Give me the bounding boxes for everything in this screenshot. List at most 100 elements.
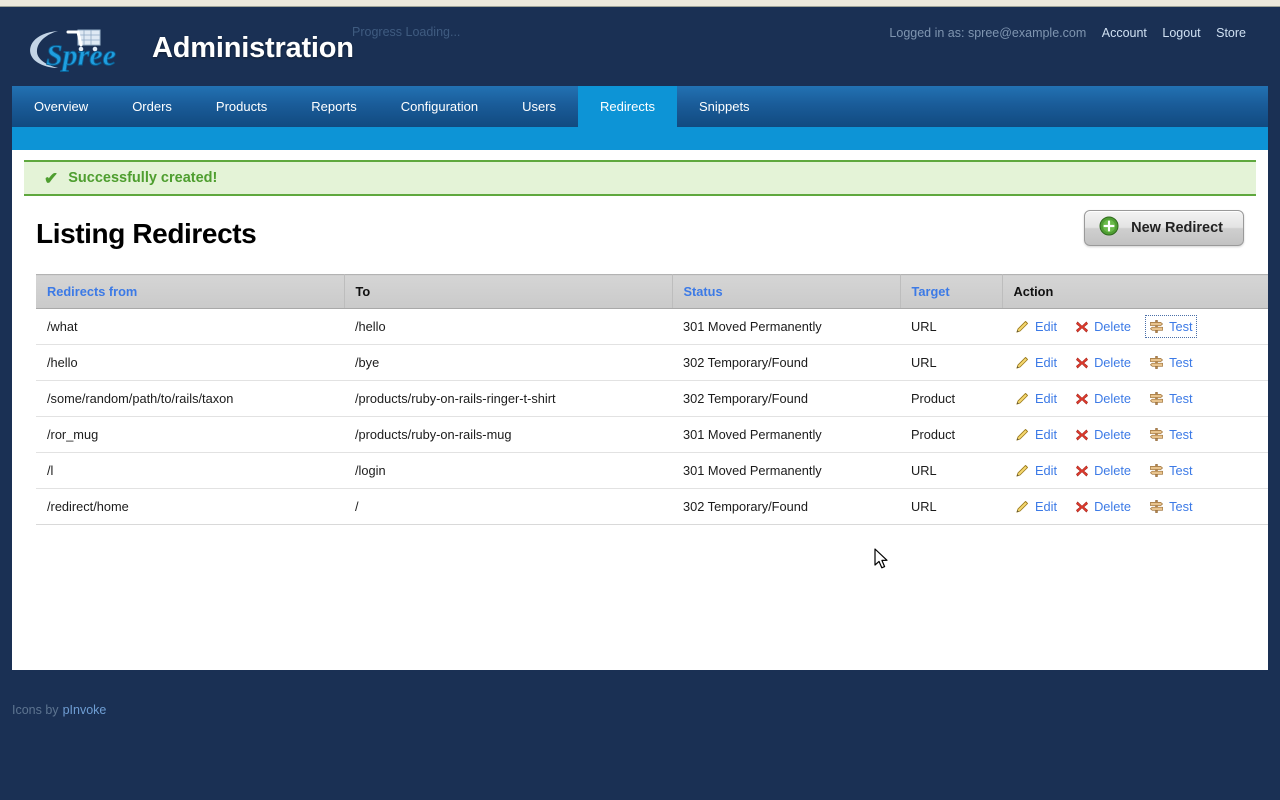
page-head: Listing Redirects New Redirect — [36, 210, 1244, 266]
cell-action: Edit Delete Test — [1002, 380, 1268, 417]
cell-action: Edit Delete Test — [1002, 308, 1268, 345]
cell-to: /bye — [344, 344, 672, 381]
column-header-redirects-from[interactable]: Redirects from — [36, 274, 345, 309]
delete-link[interactable]: Delete — [1073, 425, 1133, 444]
cell-status: 301 Moved Permanently — [672, 416, 900, 453]
edit-link[interactable]: Edit — [1013, 353, 1059, 372]
cell-target: Product — [900, 416, 1002, 453]
svg-text:Spree: Spree — [46, 39, 116, 72]
flash-success-message: ✔ Successfully created! — [24, 160, 1256, 196]
pencil-icon — [1015, 427, 1030, 442]
page-footer: Icons by pInvoke — [0, 690, 1280, 730]
test-link[interactable]: Test — [1147, 389, 1194, 408]
tab-configuration[interactable]: Configuration — [379, 86, 500, 127]
test-link-label: Test — [1169, 355, 1193, 370]
cell-status: 302 Temporary/Found — [672, 380, 900, 417]
cell-redirects-from: /what — [36, 308, 344, 345]
test-link[interactable]: Test — [1147, 461, 1194, 480]
delete-link[interactable]: Delete — [1073, 317, 1133, 336]
test-link[interactable]: Test — [1145, 315, 1197, 338]
edit-link[interactable]: Edit — [1013, 317, 1059, 336]
page-header: Spree Administration Progress Loading...… — [0, 7, 1280, 86]
cell-target: URL — [900, 308, 1002, 345]
test-link-label: Test — [1169, 391, 1193, 406]
logout-link[interactable]: Logout — [1162, 26, 1200, 40]
delete-link-label: Delete — [1094, 391, 1132, 406]
test-link-label: Test — [1169, 427, 1193, 442]
tab-products[interactable]: Products — [194, 86, 289, 127]
user-bar: Logged in as: spree@example.com Account … — [889, 26, 1246, 40]
check-icon: ✔ — [44, 168, 59, 188]
main-content: ✔ Successfully created! Listing Redirect… — [12, 150, 1268, 670]
store-link[interactable]: Store — [1216, 26, 1246, 40]
spree-logo-icon: Spree — [30, 29, 116, 72]
edit-link[interactable]: Edit — [1013, 425, 1059, 444]
signpost-icon — [1149, 391, 1164, 406]
table-row: /what/hello 301 Moved Permanently URL Edit D… — [36, 308, 1268, 345]
red-x-icon — [1075, 320, 1089, 334]
logged-in-label: Logged in as: spree@example.com — [889, 26, 1087, 40]
cell-status: 301 Moved Permanently — [672, 452, 900, 489]
red-x-icon — [1075, 428, 1089, 442]
edit-link[interactable]: Edit — [1013, 389, 1059, 408]
tab-overview[interactable]: Overview — [12, 86, 110, 127]
delete-link[interactable]: Delete — [1073, 389, 1133, 408]
pinvoke-link[interactable]: pInvoke — [63, 703, 107, 717]
edit-link-label: Edit — [1035, 391, 1058, 406]
cell-redirects-from: /redirect/home — [36, 488, 344, 525]
delete-link[interactable]: Delete — [1073, 461, 1133, 480]
cell-to: / — [344, 488, 672, 525]
sort-link-redirects-from[interactable]: Redirects from — [47, 284, 137, 299]
column-label-to: To — [355, 284, 371, 299]
column-header-to: To — [344, 274, 673, 309]
redirects-table-body: /what/hello 301 Moved Permanently URL Edit D… — [36, 308, 1268, 525]
cell-redirects-from: /hello — [36, 344, 344, 381]
sort-link-status[interactable]: Status — [684, 284, 723, 299]
column-header-target[interactable]: Target — [900, 274, 1003, 309]
sub-navigation-bar — [12, 127, 1268, 150]
delete-link-label: Delete — [1094, 319, 1132, 334]
signpost-icon — [1149, 463, 1164, 478]
test-link[interactable]: Test — [1147, 425, 1194, 444]
delete-link-label: Delete — [1094, 463, 1132, 478]
cell-to: /login — [344, 452, 672, 489]
delete-link-label: Delete — [1094, 355, 1132, 370]
account-link[interactable]: Account — [1102, 26, 1147, 40]
cell-to: /hello — [344, 308, 672, 345]
delete-link-label: Delete — [1094, 499, 1132, 514]
cell-target: URL — [900, 344, 1002, 381]
redirects-table: Redirects from To Status Target Action /… — [36, 274, 1268, 525]
browser-top-strip — [0, 0, 1280, 7]
sort-link-target[interactable]: Target — [912, 284, 950, 299]
cell-to: /products/ruby-on-rails-ringer-t-shirt — [344, 380, 672, 417]
edit-link[interactable]: Edit — [1013, 497, 1059, 516]
tab-reports[interactable]: Reports — [289, 86, 379, 127]
signpost-icon — [1149, 499, 1164, 514]
flash-message-text: Successfully created! — [68, 170, 218, 186]
red-x-icon — [1075, 500, 1089, 514]
cell-status: 302 Temporary/Found — [672, 344, 900, 381]
cell-target: Product — [900, 380, 1002, 417]
tab-redirects[interactable]: Redirects — [578, 86, 677, 127]
tab-orders[interactable]: Orders — [110, 86, 194, 127]
test-link[interactable]: Test — [1147, 497, 1194, 516]
cell-redirects-from: /some/random/path/to/rails/taxon — [36, 380, 344, 417]
edit-link[interactable]: Edit — [1013, 461, 1059, 480]
new-redirect-button[interactable]: New Redirect — [1084, 210, 1244, 246]
spree-logo[interactable]: Spree — [24, 23, 136, 73]
signpost-icon — [1149, 319, 1164, 334]
table-row: /ror_mug/products/ruby-on-rails-mug 301 M… — [36, 416, 1268, 453]
column-header-status[interactable]: Status — [672, 274, 901, 309]
cell-status: 302 Temporary/Found — [672, 488, 900, 525]
cell-action: Edit Delete Test — [1002, 452, 1268, 489]
delete-link[interactable]: Delete — [1073, 353, 1133, 372]
edit-link-label: Edit — [1035, 319, 1058, 334]
page-app-title: Administration — [152, 31, 354, 64]
test-link[interactable]: Test — [1147, 353, 1194, 372]
cell-action: Edit Delete Test — [1002, 344, 1268, 381]
tab-users[interactable]: Users — [500, 86, 578, 127]
table-row: /hello/bye 302 Temporary/Found URL Edit Dele… — [36, 344, 1268, 381]
test-link-label: Test — [1169, 319, 1193, 334]
tab-snippets[interactable]: Snippets — [677, 86, 772, 127]
delete-link[interactable]: Delete — [1073, 497, 1133, 516]
